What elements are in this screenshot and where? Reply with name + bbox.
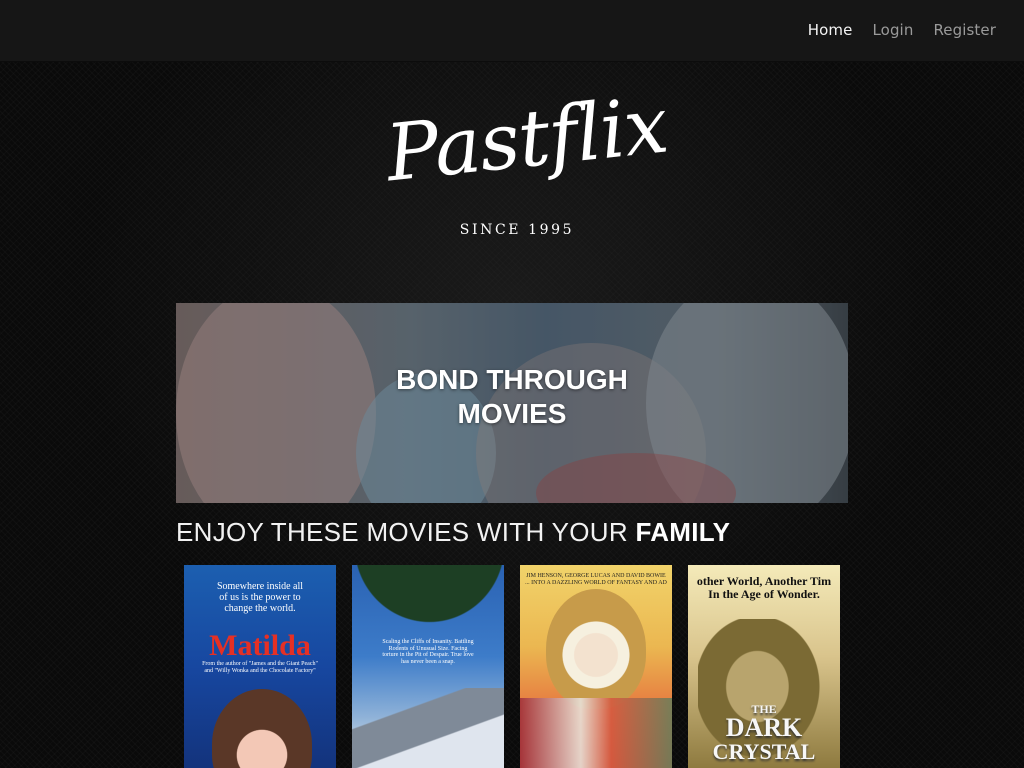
movie-poster-list: Somewhere inside all of us is the power …	[184, 565, 840, 768]
poster-title: Matilda	[209, 629, 311, 662]
logo-wordmark: Pastflix	[382, 80, 672, 200]
hero-banner: BOND THROUGH MOVIES	[176, 303, 848, 503]
movie-poster-dark-crystal[interactable]: other World, Another Tim In the Age of W…	[688, 565, 840, 768]
section-heading-prefix: ENJOY THESE MOVIES WITH YOUR	[176, 517, 628, 547]
poster-artwork	[352, 688, 504, 768]
poster-tagline: JIM HENSON, GEORGE LUCAS AND DAVID BOWIE…	[525, 573, 667, 586]
nav-links: Home Login Register	[808, 21, 996, 39]
poster-artwork	[212, 689, 312, 768]
poster-tagline: Scaling the Cliffs of Insanity. Battling…	[382, 639, 474, 665]
top-navbar: Home Login Register	[0, 0, 1024, 62]
poster-title-line2: DARK	[725, 713, 803, 742]
hero-title: BOND THROUGH MOVIES	[176, 363, 848, 431]
poster-artwork	[546, 589, 646, 709]
nav-home-link[interactable]: Home	[808, 21, 853, 39]
poster-credit: From the author of "James and the Giant …	[202, 661, 318, 674]
nav-register-link[interactable]: Register	[933, 21, 996, 39]
section-heading: ENJOY THESE MOVIES WITH YOUR FAMILY	[176, 517, 730, 548]
main-content: Pastflix SINCE 1995 BOND THROUGH MOVIES …	[0, 62, 1024, 768]
poster-title: THE DARK CRYSTAL	[688, 703, 840, 763]
movie-poster-mountains[interactable]: Scaling the Cliffs of Insanity. Battling…	[352, 565, 504, 768]
poster-tagline: other World, Another Tim In the Age of W…	[696, 574, 832, 602]
hero-title-line1: BOND THROUGH	[396, 364, 628, 395]
hero-title-line2: MOVIES	[457, 398, 567, 429]
poster-tagline: Somewhere inside all of us is the power …	[216, 581, 304, 614]
movie-poster-matilda[interactable]: Somewhere inside all of us is the power …	[184, 565, 336, 768]
logo-subtitle: SINCE 1995	[459, 222, 575, 238]
section-heading-strong: FAMILY	[635, 517, 731, 547]
poster-artwork	[352, 565, 504, 635]
movie-poster-labyrinth[interactable]: JIM HENSON, GEORGE LUCAS AND DAVID BOWIE…	[520, 565, 672, 768]
nav-login-link[interactable]: Login	[872, 21, 913, 39]
poster-artwork	[520, 698, 672, 768]
site-logo[interactable]: Pastflix SINCE 1995	[382, 81, 671, 248]
poster-title-line3: CRYSTAL	[712, 739, 816, 764]
